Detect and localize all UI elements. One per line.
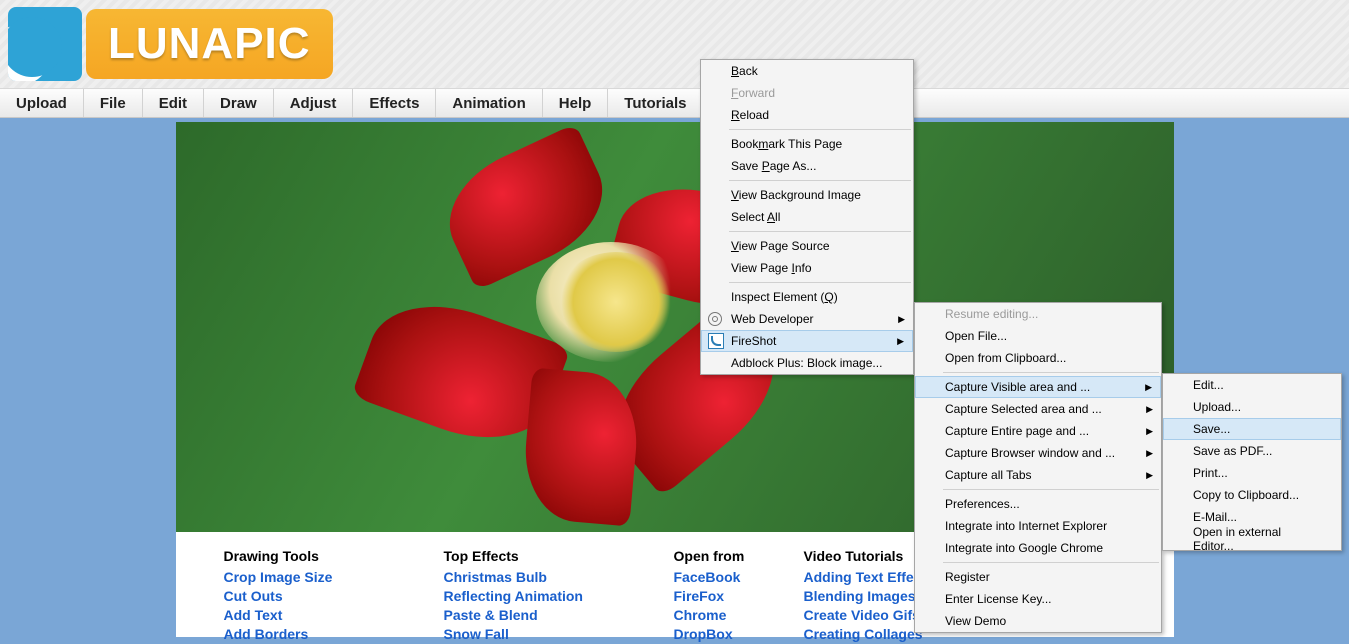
fs-capture-entire[interactable]: Capture Entire page and ... [915,420,1161,442]
cap-copyclip[interactable]: Copy to Clipboard... [1163,484,1341,506]
cap-save[interactable]: Save... [1163,418,1341,440]
col-title: Open from [674,548,804,564]
fs-openclip[interactable]: Open from Clipboard... [915,347,1161,369]
link-paste[interactable]: Paste & Blend [444,606,674,625]
link-facebook[interactable]: FaceBook [674,568,804,587]
context-menu-browser: Back Forward Reload Bookmark This Page S… [700,59,914,375]
separator [729,231,911,232]
menu-edit[interactable]: Edit [143,89,204,117]
fs-integrate-ie[interactable]: Integrate into Internet Explorer [915,515,1161,537]
fs-capture-selected[interactable]: Capture Selected area and ... [915,398,1161,420]
fs-preferences[interactable]: Preferences... [915,493,1161,515]
menu-help[interactable]: Help [543,89,609,117]
fs-resume: Resume editing... [915,303,1161,325]
menu-animation[interactable]: Animation [436,89,542,117]
menu-draw[interactable]: Draw [204,89,274,117]
ctx-inspect[interactable]: Inspect Element (Q) [701,286,913,308]
cap-external[interactable]: Open in external Editor... [1163,528,1341,550]
fs-integrate-chrome[interactable]: Integrate into Google Chrome [915,537,1161,559]
ctx-viewbg[interactable]: View Background Image [701,184,913,206]
context-menu-capture: Edit... Upload... Save... Save as PDF...… [1162,373,1342,551]
menubar: Upload File Edit Draw Adjust Effects Ani… [0,88,1349,118]
col-title: Top Effects [444,548,674,564]
cap-upload[interactable]: Upload... [1163,396,1341,418]
fs-register[interactable]: Register [915,566,1161,588]
cap-savepdf[interactable]: Save as PDF... [1163,440,1341,462]
separator [729,180,911,181]
link-bulb[interactable]: Christmas Bulb [444,568,674,587]
menu-adjust[interactable]: Adjust [274,89,354,117]
link-reflect[interactable]: Reflecting Animation [444,587,674,606]
fs-viewdemo[interactable]: View Demo [915,610,1161,632]
ctx-viewsource[interactable]: View Page Source [701,235,913,257]
separator [943,562,1159,563]
link-cutouts[interactable]: Cut Outs [224,587,444,606]
separator [943,489,1159,490]
logo-text: LUNAPIC [86,9,333,79]
link-firefox[interactable]: FireFox [674,587,804,606]
fs-openfile[interactable]: Open File... [915,325,1161,347]
fs-license[interactable]: Enter License Key... [915,588,1161,610]
ctx-savepage[interactable]: Save Page As... [701,155,913,177]
separator [729,129,911,130]
ctx-selectall[interactable]: Select All [701,206,913,228]
cap-edit[interactable]: Edit... [1163,374,1341,396]
col-title: Drawing Tools [224,548,444,564]
menu-file[interactable]: File [84,89,143,117]
ctx-fireshot[interactable]: FireShot [701,330,913,352]
link-crop[interactable]: Crop Image Size [224,568,444,587]
menu-upload[interactable]: Upload [0,89,84,117]
ctx-viewinfo[interactable]: View Page Info [701,257,913,279]
menu-effects[interactable]: Effects [353,89,436,117]
ctx-reload[interactable]: Reload [701,104,913,126]
ctx-forward: Forward [701,82,913,104]
fireshot-icon [706,331,726,351]
context-menu-fireshot: Resume editing... Open File... Open from… [914,302,1162,633]
col-open-from: Open from FaceBook FireFox Chrome DropBo… [674,548,804,644]
link-addtext[interactable]: Add Text [224,606,444,625]
fs-capture-tabs[interactable]: Capture all Tabs [915,464,1161,486]
col-top-effects: Top Effects Christmas Bulb Reflecting An… [444,548,674,644]
fs-capture-window[interactable]: Capture Browser window and ... [915,442,1161,464]
menu-tutorials[interactable]: Tutorials [608,89,703,117]
gear-icon [705,309,725,329]
ctx-bookmark[interactable]: Bookmark This Page [701,133,913,155]
separator [729,282,911,283]
ctx-webdev[interactable]: Web Developer [701,308,913,330]
ctx-back[interactable]: Back [701,60,913,82]
separator [943,372,1159,373]
header: LUNAPIC [0,0,1349,88]
logo-icon [8,7,82,81]
logo[interactable]: LUNAPIC [8,7,333,81]
col-drawing-tools: Drawing Tools Crop Image Size Cut Outs A… [224,548,444,644]
link-chrome[interactable]: Chrome [674,606,804,625]
ctx-adblock[interactable]: Adblock Plus: Block image... [701,352,913,374]
link-addborders[interactable]: Add Borders [224,625,444,644]
cap-print[interactable]: Print... [1163,462,1341,484]
link-snow[interactable]: Snow Fall [444,625,674,644]
link-dropbox[interactable]: DropBox [674,625,804,644]
fs-capture-visible[interactable]: Capture Visible area and ... [915,376,1161,398]
